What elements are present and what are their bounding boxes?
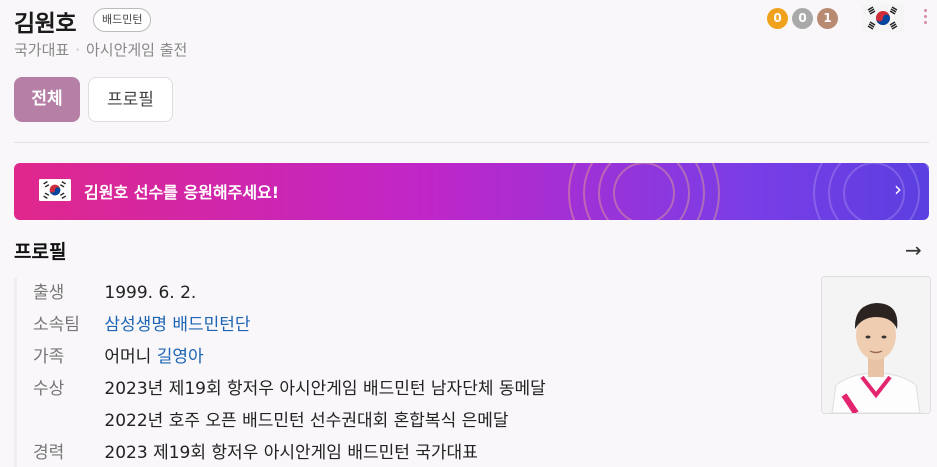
sport-badge[interactable]: 배드민턴	[93, 8, 152, 32]
more-options-icon[interactable]	[920, 6, 930, 30]
player-name: 김원호	[14, 11, 76, 37]
arrow-right-icon[interactable]: →	[905, 238, 922, 262]
south-korea-flag-icon	[862, 4, 904, 32]
row-value: 어머니 길영아	[104, 347, 203, 367]
award-2: 2022년 호주 오픈 배드민턴 선수권대회 혼합복식 은메달	[104, 411, 509, 431]
subtitle-asian-games: 아시안게임 출전	[85, 41, 188, 59]
player-subtitle: 국가대표 · 아시안게임 출전	[14, 39, 187, 60]
silver-medal-count: 0	[792, 8, 813, 29]
team-link[interactable]: 삼성생명 배드민턴단	[104, 315, 250, 335]
banner-flag-icon	[39, 179, 71, 201]
family-member-link[interactable]: 길영아	[157, 347, 204, 367]
row-label: 가족	[33, 347, 65, 367]
banner-text: 김원호 선수를 응원해주세요!	[84, 183, 280, 202]
tab-profile[interactable]: 프로필	[88, 77, 173, 122]
family-relation: 어머니	[104, 347, 152, 367]
row-label: 소속팀	[33, 315, 80, 335]
row-value: 1999. 6. 2.	[104, 283, 197, 303]
profile-row-awards: 수상 2023년 제19회 항저우 아시안게임 배드민턴 남자단체 동메달	[33, 374, 546, 399]
profile-row-birth: 출생 1999. 6. 2.	[33, 278, 196, 303]
banner-decoration	[568, 163, 929, 220]
subtitle-national-team: 국가대표	[14, 41, 70, 59]
bronze-medal-count: 1	[817, 8, 838, 29]
gold-medal-count: 0	[767, 8, 788, 29]
profile-row-team: 소속팀 삼성생명 배드민턴단	[33, 310, 251, 335]
section-divider	[14, 142, 929, 143]
award-1: 2023년 제19회 항저우 아시안게임 배드민턴 남자단체 동메달	[104, 379, 546, 399]
row-label: 수상	[33, 379, 65, 399]
profile-section-title: 프로필	[14, 241, 67, 263]
profile-left-rule	[14, 278, 17, 467]
profile-row-career: 경력 2023 제19회 항저우 아시안게임 배드민턴 국가대표	[33, 438, 478, 463]
tab-all[interactable]: 전체	[14, 77, 80, 122]
player-photo[interactable]	[821, 276, 931, 414]
medal-counts[interactable]: 0 0 1	[767, 8, 838, 29]
cheer-banner[interactable]: 김원호 선수를 응원해주세요! ›	[14, 163, 929, 220]
row-label: 출생	[33, 283, 65, 303]
subtitle-separator: ·	[75, 41, 80, 59]
row-label: 경력	[33, 443, 65, 463]
profile-row-awards-2: 2022년 호주 오픈 배드민턴 선수권대회 혼합복식 은메달	[33, 406, 509, 431]
profile-row-family: 가족 어머니 길영아	[33, 342, 204, 367]
chevron-right-icon: ›	[894, 177, 902, 201]
row-value: 2023 제19회 항저우 아시안게임 배드민턴 국가대표	[104, 443, 478, 463]
